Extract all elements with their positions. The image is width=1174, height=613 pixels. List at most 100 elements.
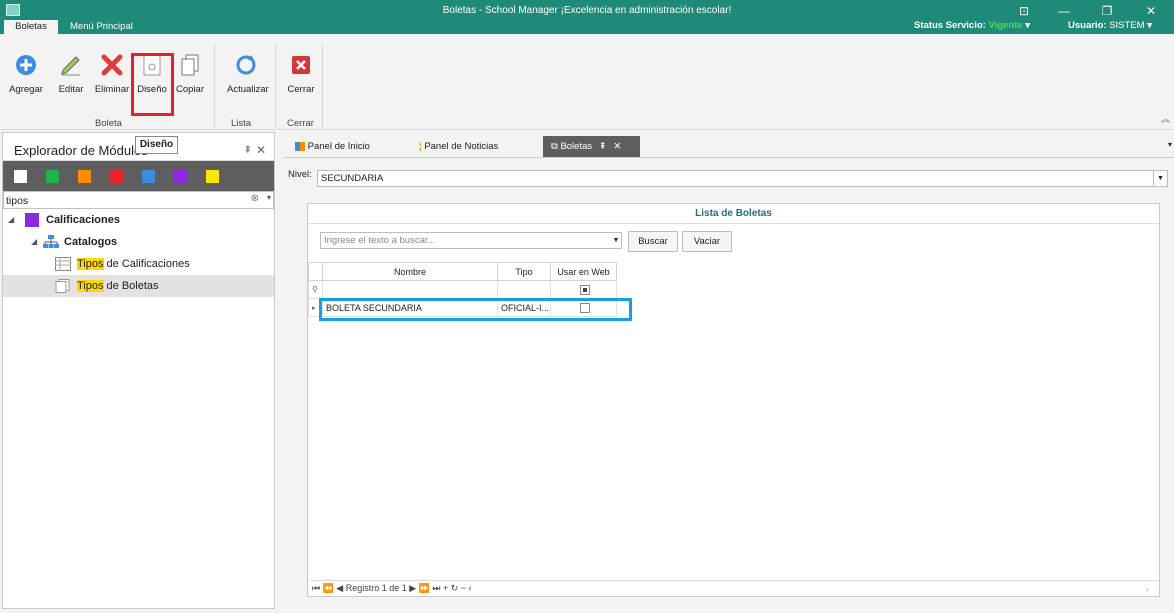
grid-search-input[interactable]: Ingrese el texto a buscar...	[320, 232, 622, 249]
column-usar-en-web[interactable]: Usar en Web	[550, 262, 617, 281]
grid-title: Lista de Boletas	[308, 204, 1159, 224]
group-cerrar: Cerrar	[287, 118, 314, 129]
maximize-button[interactable]: ❐	[1092, 2, 1122, 20]
tree-item-tipos-calificaciones[interactable]: Tipos de Calificaciones	[3, 253, 274, 275]
color-swatch-purple[interactable]	[174, 169, 187, 183]
tree-item-tipos-boletas[interactable]: Tipos de Boletas	[3, 275, 274, 297]
explorer-title: Explorador de Módulos	[14, 143, 148, 158]
color-swatch-white[interactable]	[14, 169, 27, 183]
chevron-down-icon[interactable]: ▼	[1153, 171, 1167, 186]
cerrar-button[interactable]: Cerrar	[286, 52, 316, 95]
filter-cell[interactable]	[550, 280, 617, 299]
scroll-right-icon[interactable]: ›	[1146, 584, 1149, 594]
cell-usar-en-web[interactable]	[550, 298, 617, 317]
ribbon-separator	[214, 44, 215, 128]
status-servicio[interactable]: Status Servicio: Vigente ▾	[914, 20, 1030, 31]
cerrar-label: Cerrar	[287, 84, 315, 95]
vaciar-button[interactable]: Vaciar	[682, 231, 732, 252]
agregar-label: Agregar	[9, 84, 43, 95]
copy-icon	[177, 52, 203, 78]
color-swatch-orange[interactable]	[78, 169, 91, 183]
filter-cell[interactable]	[497, 280, 551, 299]
color-swatch-blue[interactable]	[142, 169, 155, 183]
tab-boletas[interactable]: Boletas	[4, 20, 58, 34]
tooltip: Diseño	[135, 136, 178, 154]
actualizar-button[interactable]: Actualizar	[227, 52, 269, 95]
chevron-down-icon[interactable]: ▾	[267, 193, 271, 202]
status-value: Vigente	[988, 20, 1023, 31]
eliminar-button[interactable]: Eliminar	[94, 52, 130, 95]
actualizar-label: Actualizar	[227, 84, 269, 95]
document-tabs: Panel de Inicio ¦ Panel de Noticias ⧉ Bo…	[283, 136, 1174, 158]
hierarchy-icon	[43, 235, 59, 249]
chevron-down-icon[interactable]: ▾	[1168, 140, 1172, 149]
usar-en-web-checkbox[interactable]	[580, 302, 590, 313]
indeterminate-checkbox[interactable]	[580, 284, 590, 295]
search-match: Tipos	[77, 280, 104, 292]
color-swatch-green[interactable]	[46, 169, 59, 183]
tab-boletas[interactable]: ⧉ Boletas ⇞ ✕	[543, 136, 640, 157]
tab-menu-principal[interactable]: Menú Principal	[64, 20, 139, 34]
collapse-ribbon-icon[interactable]: ︽	[1161, 112, 1170, 125]
title-bar: Boletas - School Manager ¡Excelencia en …	[0, 0, 1174, 34]
group-lista: Lista	[231, 118, 252, 129]
tab-label: Panel de Inicio	[307, 141, 370, 152]
tree-item-calificaciones[interactable]: ◢ Calificaciones	[3, 209, 274, 231]
add-icon	[13, 52, 39, 78]
close-tab-icon[interactable]: ✕	[613, 141, 621, 152]
pencil-icon	[58, 52, 84, 78]
eliminar-label: Eliminar	[94, 84, 130, 95]
close-red-icon	[288, 52, 314, 78]
find-panel: Ingrese el texto a buscar... ▼ Buscar Va…	[308, 224, 1159, 254]
boletas-icon: ⧉	[551, 141, 558, 152]
user-label: Usuario:	[1068, 20, 1107, 31]
pin-icon[interactable]: ⇞	[244, 145, 252, 156]
tree-label: Catalogos	[64, 236, 118, 248]
editar-button[interactable]: Editar	[56, 52, 86, 95]
color-swatch-red[interactable]	[110, 169, 123, 183]
column-tipo[interactable]: Tipo	[497, 262, 551, 281]
status-label: Status Servicio:	[914, 20, 986, 31]
clear-icon[interactable]: ⊗	[251, 193, 259, 204]
tab-label: Boletas	[560, 141, 593, 152]
table-icon	[55, 257, 71, 271]
refresh-icon	[233, 52, 259, 78]
buscar-button[interactable]: Buscar	[628, 231, 678, 252]
filter-cell[interactable]	[322, 280, 498, 299]
collapse-icon[interactable]: ◢	[8, 209, 14, 231]
minimize-button[interactable]: —	[1049, 2, 1079, 20]
delete-icon	[99, 52, 125, 78]
module-color-icon	[25, 213, 39, 227]
user-value: SISTEM	[1109, 20, 1145, 31]
close-button[interactable]: ✕	[1136, 2, 1166, 20]
close-icon[interactable]: ✕	[256, 143, 266, 157]
info-icon: ¦	[419, 141, 422, 152]
tree-item-catalogos[interactable]: ◢ Catalogos	[3, 231, 274, 253]
agregar-button[interactable]: Agregar	[9, 52, 43, 95]
pin-icon[interactable]: ⇞	[599, 141, 607, 152]
explorer-search-input[interactable]: tipos ⊗ ▾	[3, 191, 274, 209]
copiar-button[interactable]: Copiar	[175, 52, 205, 95]
color-swatch-yellow[interactable]	[206, 169, 219, 183]
table-row[interactable]: ▸ BOLETA SECUNDARIA OFICIAL-I...	[308, 298, 617, 317]
highlight-diseno	[131, 53, 174, 116]
tree-label-rest: de Calificaciones	[103, 258, 190, 270]
tree-label: Tipos de Boletas	[77, 275, 159, 297]
tab-panel-inicio[interactable]: Panel de Inicio	[287, 136, 407, 157]
nivel-value: SECUNDARIA	[321, 173, 384, 184]
data-navigator[interactable]: ⏮ ⏪ ◀ Registro 1 de 1 ▶ ⏩ ⏭ + ↻ − ‹	[308, 580, 1159, 596]
ribbon: Agregar Editar Eliminar Diseño Copiar Ac…	[0, 34, 1174, 130]
ribbon-separator	[322, 44, 323, 128]
cell-nombre[interactable]: BOLETA SECUNDARIA	[322, 298, 498, 317]
tab-panel-noticias[interactable]: ¦ Panel de Noticias	[411, 136, 539, 157]
column-nombre[interactable]: Nombre	[322, 262, 498, 281]
restore-icon[interactable]: ⊡	[1009, 2, 1039, 20]
chevron-down-icon[interactable]: ▼	[611, 233, 621, 248]
usuario[interactable]: Usuario: SISTEM ▾	[1068, 20, 1152, 31]
ribbon-separator	[275, 44, 276, 128]
cell-tipo[interactable]: OFICIAL-I...	[497, 298, 551, 317]
collapse-icon[interactable]: ◢	[31, 231, 37, 253]
boletas-grid-panel: Lista de Boletas Ingrese el texto a busc…	[307, 203, 1160, 597]
nivel-select[interactable]: SECUNDARIA ▼	[317, 170, 1168, 187]
documents-icon	[55, 279, 70, 293]
